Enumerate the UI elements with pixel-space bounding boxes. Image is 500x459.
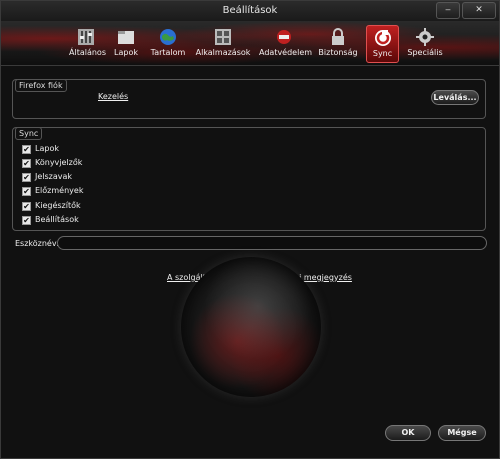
sync-item-label: Kiegészítők [35,201,81,210]
checkbox[interactable]: ✔ [22,187,31,196]
tab-content[interactable]: Tartalom [149,25,187,63]
checkbox[interactable]: ✔ [22,216,31,225]
padlock-icon [332,28,344,45]
tab-applications-label: Alkalmazások [195,48,251,57]
tab-advanced[interactable]: Speciális [406,25,444,63]
checkbox[interactable]: ✔ [22,202,31,211]
sync-icon [374,30,391,46]
sync-legend: Sync [15,127,43,140]
sync-item-label: Lapok [35,144,59,153]
tab-sync[interactable]: Sync [366,25,399,63]
tab-content-label: Tartalom [150,48,186,57]
privacy-mask-icon [277,30,291,44]
firefox-account-group: Firefox fiók Kezelés Leválás... [12,79,486,119]
device-name-label: Eszköznév: [15,239,59,248]
tab-security-label: Biztonság [318,48,358,57]
tab-general-label: Általános [69,48,106,57]
checkbox[interactable]: ✔ [22,159,31,168]
preferences-window: Beállítások ‒ ✕ Általános Lapok Tartalom… [0,0,500,459]
firefox-account-legend: Firefox fiók [15,79,67,92]
window-title: Beállítások [222,5,278,16]
globe-icon [160,29,176,45]
disconnect-button[interactable]: Leválás... [431,90,479,105]
tab-sync-label: Sync [372,49,393,58]
tab-privacy[interactable]: Adatvédelem [259,25,313,63]
applications-icon [215,29,231,45]
sync-item-label: Előzmények [35,186,84,195]
tab-security[interactable]: Biztonság [317,25,359,63]
checkbox[interactable]: ✔ [22,145,31,154]
decorative-orb [181,257,321,397]
tab-tabs[interactable]: Lapok [111,25,141,63]
gear-icon [416,28,434,46]
title-bar: Beállítások ‒ ✕ [1,1,499,21]
minimize-button[interactable]: ‒ [436,2,460,19]
ok-button[interactable]: OK [385,425,431,441]
preferences-toolbar: Általános Lapok Tartalom Alkalmazások Ad… [1,21,499,66]
sync-item-label: Jelszavak [35,172,73,181]
tab-privacy-label: Adatvédelem [259,48,313,57]
cancel-button[interactable]: Mégse [438,425,486,441]
tab-general[interactable]: Általános [69,25,106,63]
close-button[interactable]: ✕ [462,2,496,19]
manage-account-link[interactable]: Kezelés [98,92,128,101]
device-name-input[interactable] [57,236,487,250]
sync-item-label: Beállítások [35,215,79,224]
sync-item-label: Könyvjelzők [35,158,83,167]
tab-tabs-label: Lapok [114,48,138,57]
tab-applications[interactable]: Alkalmazások [195,25,251,63]
tab-advanced-label: Speciális [407,48,443,57]
checkbox[interactable]: ✔ [22,173,31,182]
sync-group: Sync [12,127,486,231]
switches-icon [78,29,94,45]
tabs-icon [118,31,134,44]
